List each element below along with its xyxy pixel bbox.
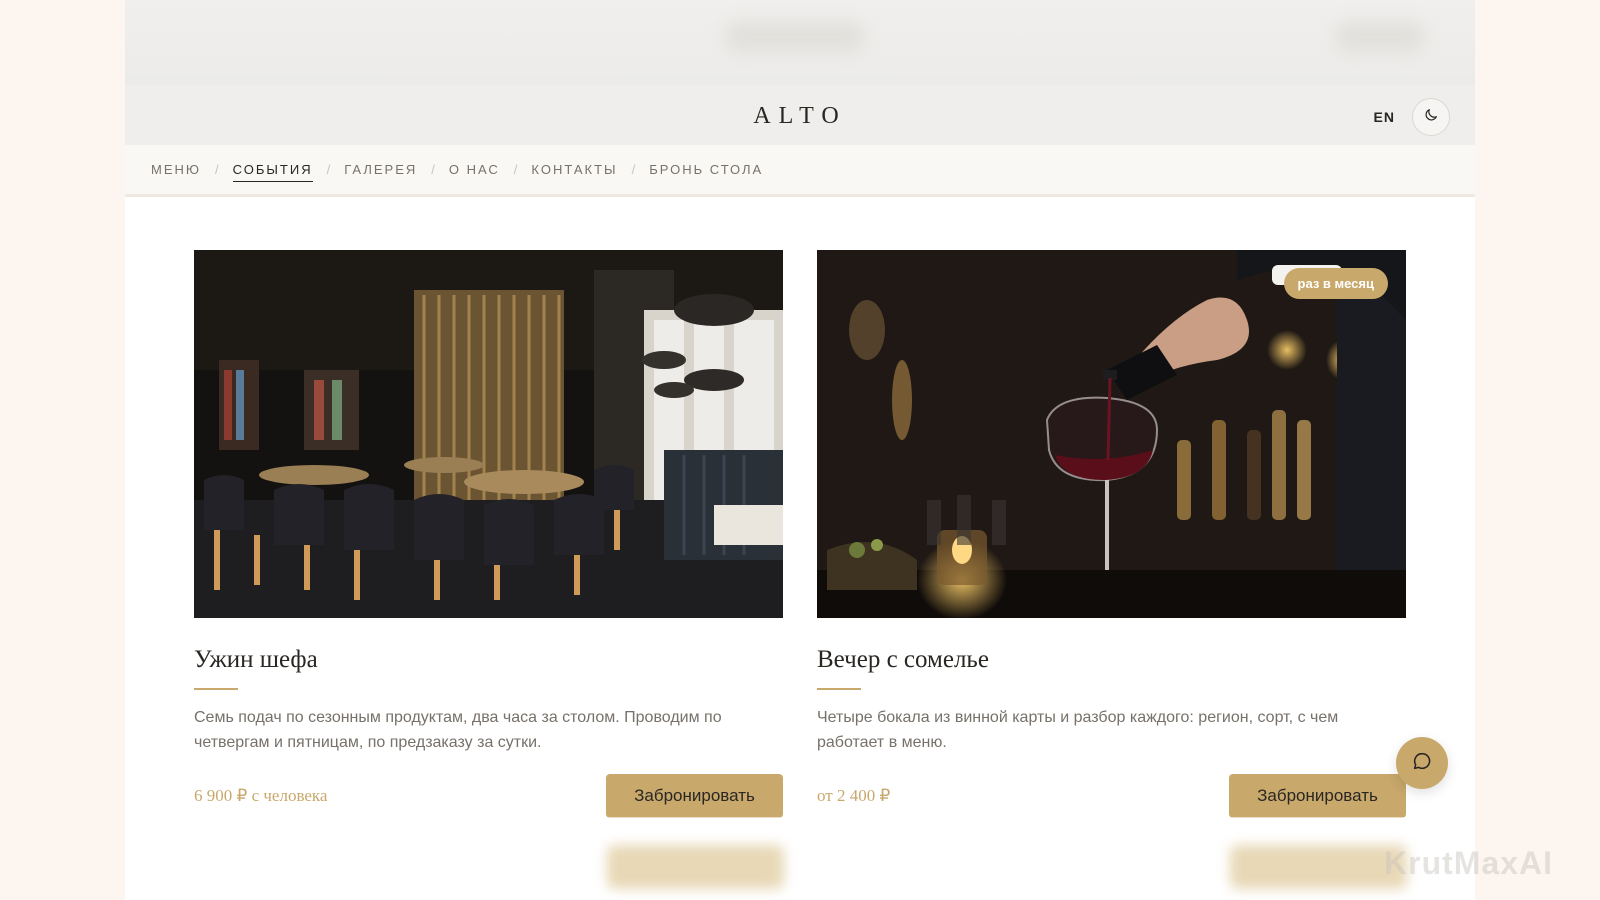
blurred-button-ghost bbox=[607, 845, 784, 889]
title-divider bbox=[194, 688, 238, 690]
event-description: Четыре бокала из винной карты и разбор к… bbox=[817, 709, 1339, 751]
nav-separator: / bbox=[326, 162, 331, 177]
language-toggle[interactable]: EN bbox=[1374, 109, 1395, 125]
main-nav: МЕНЮ / СОБЫТИЯ / ГАЛЕРЕЯ / О НАС / КОНТА… bbox=[125, 145, 1475, 197]
chat-bubble-icon bbox=[1411, 750, 1433, 777]
nav-separator: / bbox=[431, 162, 435, 177]
theme-toggle-button[interactable] bbox=[1412, 98, 1450, 136]
blurred-button-ghost bbox=[1230, 845, 1407, 889]
book-button[interactable]: Забронировать bbox=[1229, 774, 1406, 818]
event-image-restaurant-interior bbox=[194, 250, 783, 618]
event-price: 6 900 ₽ с человека bbox=[194, 786, 328, 805]
event-title: Ужин шефа bbox=[194, 646, 318, 673]
nav-separator: / bbox=[631, 162, 636, 177]
event-title: Вечер с сомелье bbox=[817, 646, 989, 673]
nav-separator: / bbox=[513, 162, 518, 177]
book-button[interactable]: Забронировать bbox=[606, 774, 783, 818]
site-header: ALTO EN bbox=[125, 85, 1475, 145]
nav-item-menu[interactable]: МЕНЮ bbox=[151, 158, 201, 181]
nav-item-events[interactable]: СОБЫТИЯ bbox=[232, 158, 313, 182]
event-card-sommelier-evening: раз в месяц Вечер с сомелье Четыре бокал… bbox=[817, 250, 1406, 818]
blurred-top-strip bbox=[125, 0, 1475, 85]
nav-item-booking[interactable]: БРОНЬ СТОЛА bbox=[649, 158, 763, 181]
event-footer: от 2 400 ₽ Забронировать bbox=[817, 774, 1406, 818]
nav-separator: / bbox=[215, 162, 219, 177]
nav-item-gallery[interactable]: ГАЛЕРЕЯ bbox=[344, 158, 417, 181]
nav-item-about[interactable]: О НАС bbox=[449, 158, 500, 181]
watermark: KrutMaxAI bbox=[1384, 845, 1554, 881]
title-divider bbox=[817, 688, 861, 690]
moon-icon bbox=[1423, 107, 1439, 128]
page-frame: ALTO EN МЕНЮ / СОБЫТИЯ / ГАЛЕРЕЯ / О НАС… bbox=[125, 0, 1475, 900]
nav-item-contacts[interactable]: КОНТАКТЫ bbox=[531, 158, 617, 181]
chat-button[interactable] bbox=[1396, 737, 1448, 789]
event-description: Семь подач по сезонным продуктам, два ча… bbox=[194, 709, 722, 751]
event-card-chef-dinner: Ужин шефа Семь подач по сезонным продукт… bbox=[194, 250, 783, 818]
event-price: от 2 400 ₽ bbox=[817, 786, 891, 805]
site-logo[interactable]: ALTO bbox=[125, 103, 1475, 130]
event-footer: 6 900 ₽ с человека Забронировать bbox=[194, 774, 783, 818]
event-image-wine-pouring: раз в месяц bbox=[817, 250, 1406, 618]
frequency-badge: раз в месяц bbox=[1283, 268, 1388, 299]
